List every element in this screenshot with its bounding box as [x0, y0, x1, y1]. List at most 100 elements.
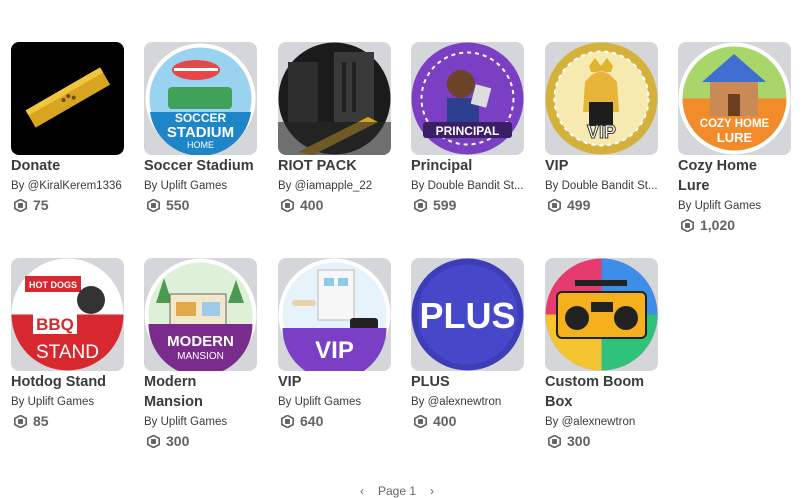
item-thumbnail[interactable]: [278, 42, 391, 155]
item-name[interactable]: Soccer Stadium: [144, 156, 257, 176]
item-name[interactable]: Modern Mansion: [144, 372, 257, 412]
thumb-text: VIP: [315, 337, 354, 364]
creator-link[interactable]: Uplift Games: [161, 180, 227, 192]
item-card[interactable]: VIP VIP By Double Bandit St... 499: [545, 42, 658, 213]
item-thumbnail[interactable]: MODERN MANSION: [144, 258, 257, 371]
item-name[interactable]: Cozy Home Lure: [678, 156, 791, 196]
item-card[interactable]: MODERN MANSION Modern Mansion By Uplift …: [144, 258, 257, 449]
creator-link[interactable]: Double Bandit St...: [562, 180, 658, 192]
item-thumbnail[interactable]: PLUS: [411, 258, 524, 371]
item-price: 300: [144, 433, 257, 449]
price-value: 300: [166, 433, 190, 449]
by-label: By: [411, 180, 425, 192]
item-creator: By @alexnewtron: [411, 395, 524, 409]
item-name[interactable]: Custom Boom Box: [545, 372, 658, 412]
next-page-button[interactable]: ›: [430, 484, 434, 498]
item-price: 300: [545, 433, 658, 449]
thumb-text: MANSION: [177, 351, 224, 362]
creator-link[interactable]: @KiralKerem1336: [28, 180, 122, 192]
by-label: By: [411, 396, 425, 408]
robux-icon: [147, 198, 160, 212]
item-thumbnail[interactable]: PRINCIPAL: [411, 42, 524, 155]
by-label: By: [278, 180, 292, 192]
price-value: 400: [300, 197, 324, 213]
by-label: By: [144, 416, 158, 428]
robux-icon: [14, 414, 27, 428]
robux-icon: [281, 414, 294, 428]
by-label: By: [545, 416, 559, 428]
item-name[interactable]: Donate: [11, 156, 124, 176]
creator-link[interactable]: @alexnewtron: [428, 396, 502, 408]
creator-link[interactable]: Uplift Games: [695, 200, 761, 212]
thumb-text: HOME: [187, 140, 214, 150]
item-thumbnail[interactable]: [545, 258, 658, 371]
item-thumbnail[interactable]: HOT DOGS BBQ STAND: [11, 258, 124, 371]
thumb-text: BBQ: [36, 315, 74, 334]
creator-link[interactable]: @iamapple_22: [295, 180, 373, 192]
hotdog-stand-thumbnail: HOT DOGS BBQ STAND: [11, 258, 124, 371]
item-name[interactable]: Principal: [411, 156, 524, 176]
robux-icon: [414, 414, 427, 428]
item-card[interactable]: PRINCIPAL Principal By Double Bandit St.…: [411, 42, 524, 213]
item-card[interactable]: VIP VIP By Uplift Games 640: [278, 258, 391, 429]
item-name[interactable]: PLUS: [411, 372, 524, 392]
creator-link[interactable]: @alexnewtron: [562, 416, 636, 428]
price-value: 499: [567, 197, 591, 213]
thumb-text: PRINCIPAL: [436, 124, 500, 138]
item-card[interactable]: SOCCER STADIUM HOME Soccer Stadium By Up…: [144, 42, 257, 213]
item-card[interactable]: Donate By @KiralKerem1336 75: [11, 42, 124, 213]
by-label: By: [144, 180, 158, 192]
item-card[interactable]: COZY HOME LURE Cozy Home Lure By Uplift …: [678, 42, 791, 233]
soccer-stadium-thumbnail: SOCCER STADIUM HOME: [145, 43, 256, 155]
creator-link[interactable]: Uplift Games: [161, 416, 227, 428]
pagination: ‹ Page 1 ›: [360, 484, 434, 498]
thumb-text: COZY HOME: [700, 118, 770, 130]
item-thumbnail[interactable]: COZY HOME LURE: [678, 42, 791, 155]
by-label: By: [545, 180, 559, 192]
item-creator: By Uplift Games: [278, 395, 391, 409]
price-value: 300: [567, 433, 591, 449]
item-price: 85: [11, 413, 124, 429]
price-value: 75: [33, 197, 49, 213]
robux-icon: [14, 198, 27, 212]
price-value: 550: [166, 197, 190, 213]
item-price: 400: [411, 413, 524, 429]
item-thumbnail[interactable]: [11, 42, 124, 155]
robux-icon: [681, 218, 694, 232]
robux-icon: [281, 198, 294, 212]
item-name[interactable]: RIOT PACK: [278, 156, 391, 176]
page-label: Page 1: [378, 484, 417, 498]
item-creator: By @alexnewtron: [545, 415, 658, 429]
item-thumbnail[interactable]: VIP: [278, 258, 391, 371]
thumb-text: VIP: [587, 122, 616, 142]
price-value: 640: [300, 413, 324, 429]
item-thumbnail[interactable]: VIP: [545, 42, 658, 155]
item-card[interactable]: RIOT PACK By @iamapple_22 400: [278, 42, 391, 213]
cozy-home-thumbnail: COZY HOME LURE: [678, 42, 791, 155]
item-creator: By Uplift Games: [678, 199, 791, 213]
item-card[interactable]: HOT DOGS BBQ STAND Hotdog Stand By Uplif…: [11, 258, 124, 429]
item-price: 499: [545, 197, 658, 213]
item-card[interactable]: Custom Boom Box By @alexnewtron 300: [545, 258, 658, 449]
creator-link[interactable]: Uplift Games: [28, 396, 94, 408]
price-value: 1,020: [700, 217, 736, 233]
thumb-text: HOT DOGS: [29, 280, 77, 290]
vip-city-thumbnail: VIP: [278, 258, 391, 371]
item-price: 75: [11, 197, 124, 213]
creator-link[interactable]: Double Bandit St...: [428, 180, 524, 192]
item-name[interactable]: VIP: [278, 372, 391, 392]
item-name[interactable]: VIP: [545, 156, 658, 176]
price-value: 599: [433, 197, 457, 213]
by-label: By: [278, 396, 292, 408]
thumb-text: SOCCER: [175, 111, 227, 125]
item-card[interactable]: PLUS PLUS By @alexnewtron 400: [411, 258, 524, 429]
thumb-text: MODERN: [167, 333, 234, 350]
prev-page-button[interactable]: ‹: [360, 484, 364, 498]
item-creator: By Uplift Games: [144, 179, 257, 193]
item-name[interactable]: Hotdog Stand: [11, 372, 124, 392]
item-thumbnail[interactable]: SOCCER STADIUM HOME: [144, 42, 257, 155]
thumb-text: STADIUM: [167, 124, 234, 141]
creator-link[interactable]: Uplift Games: [295, 396, 361, 408]
item-creator: By Uplift Games: [11, 395, 124, 409]
robux-icon: [414, 198, 427, 212]
